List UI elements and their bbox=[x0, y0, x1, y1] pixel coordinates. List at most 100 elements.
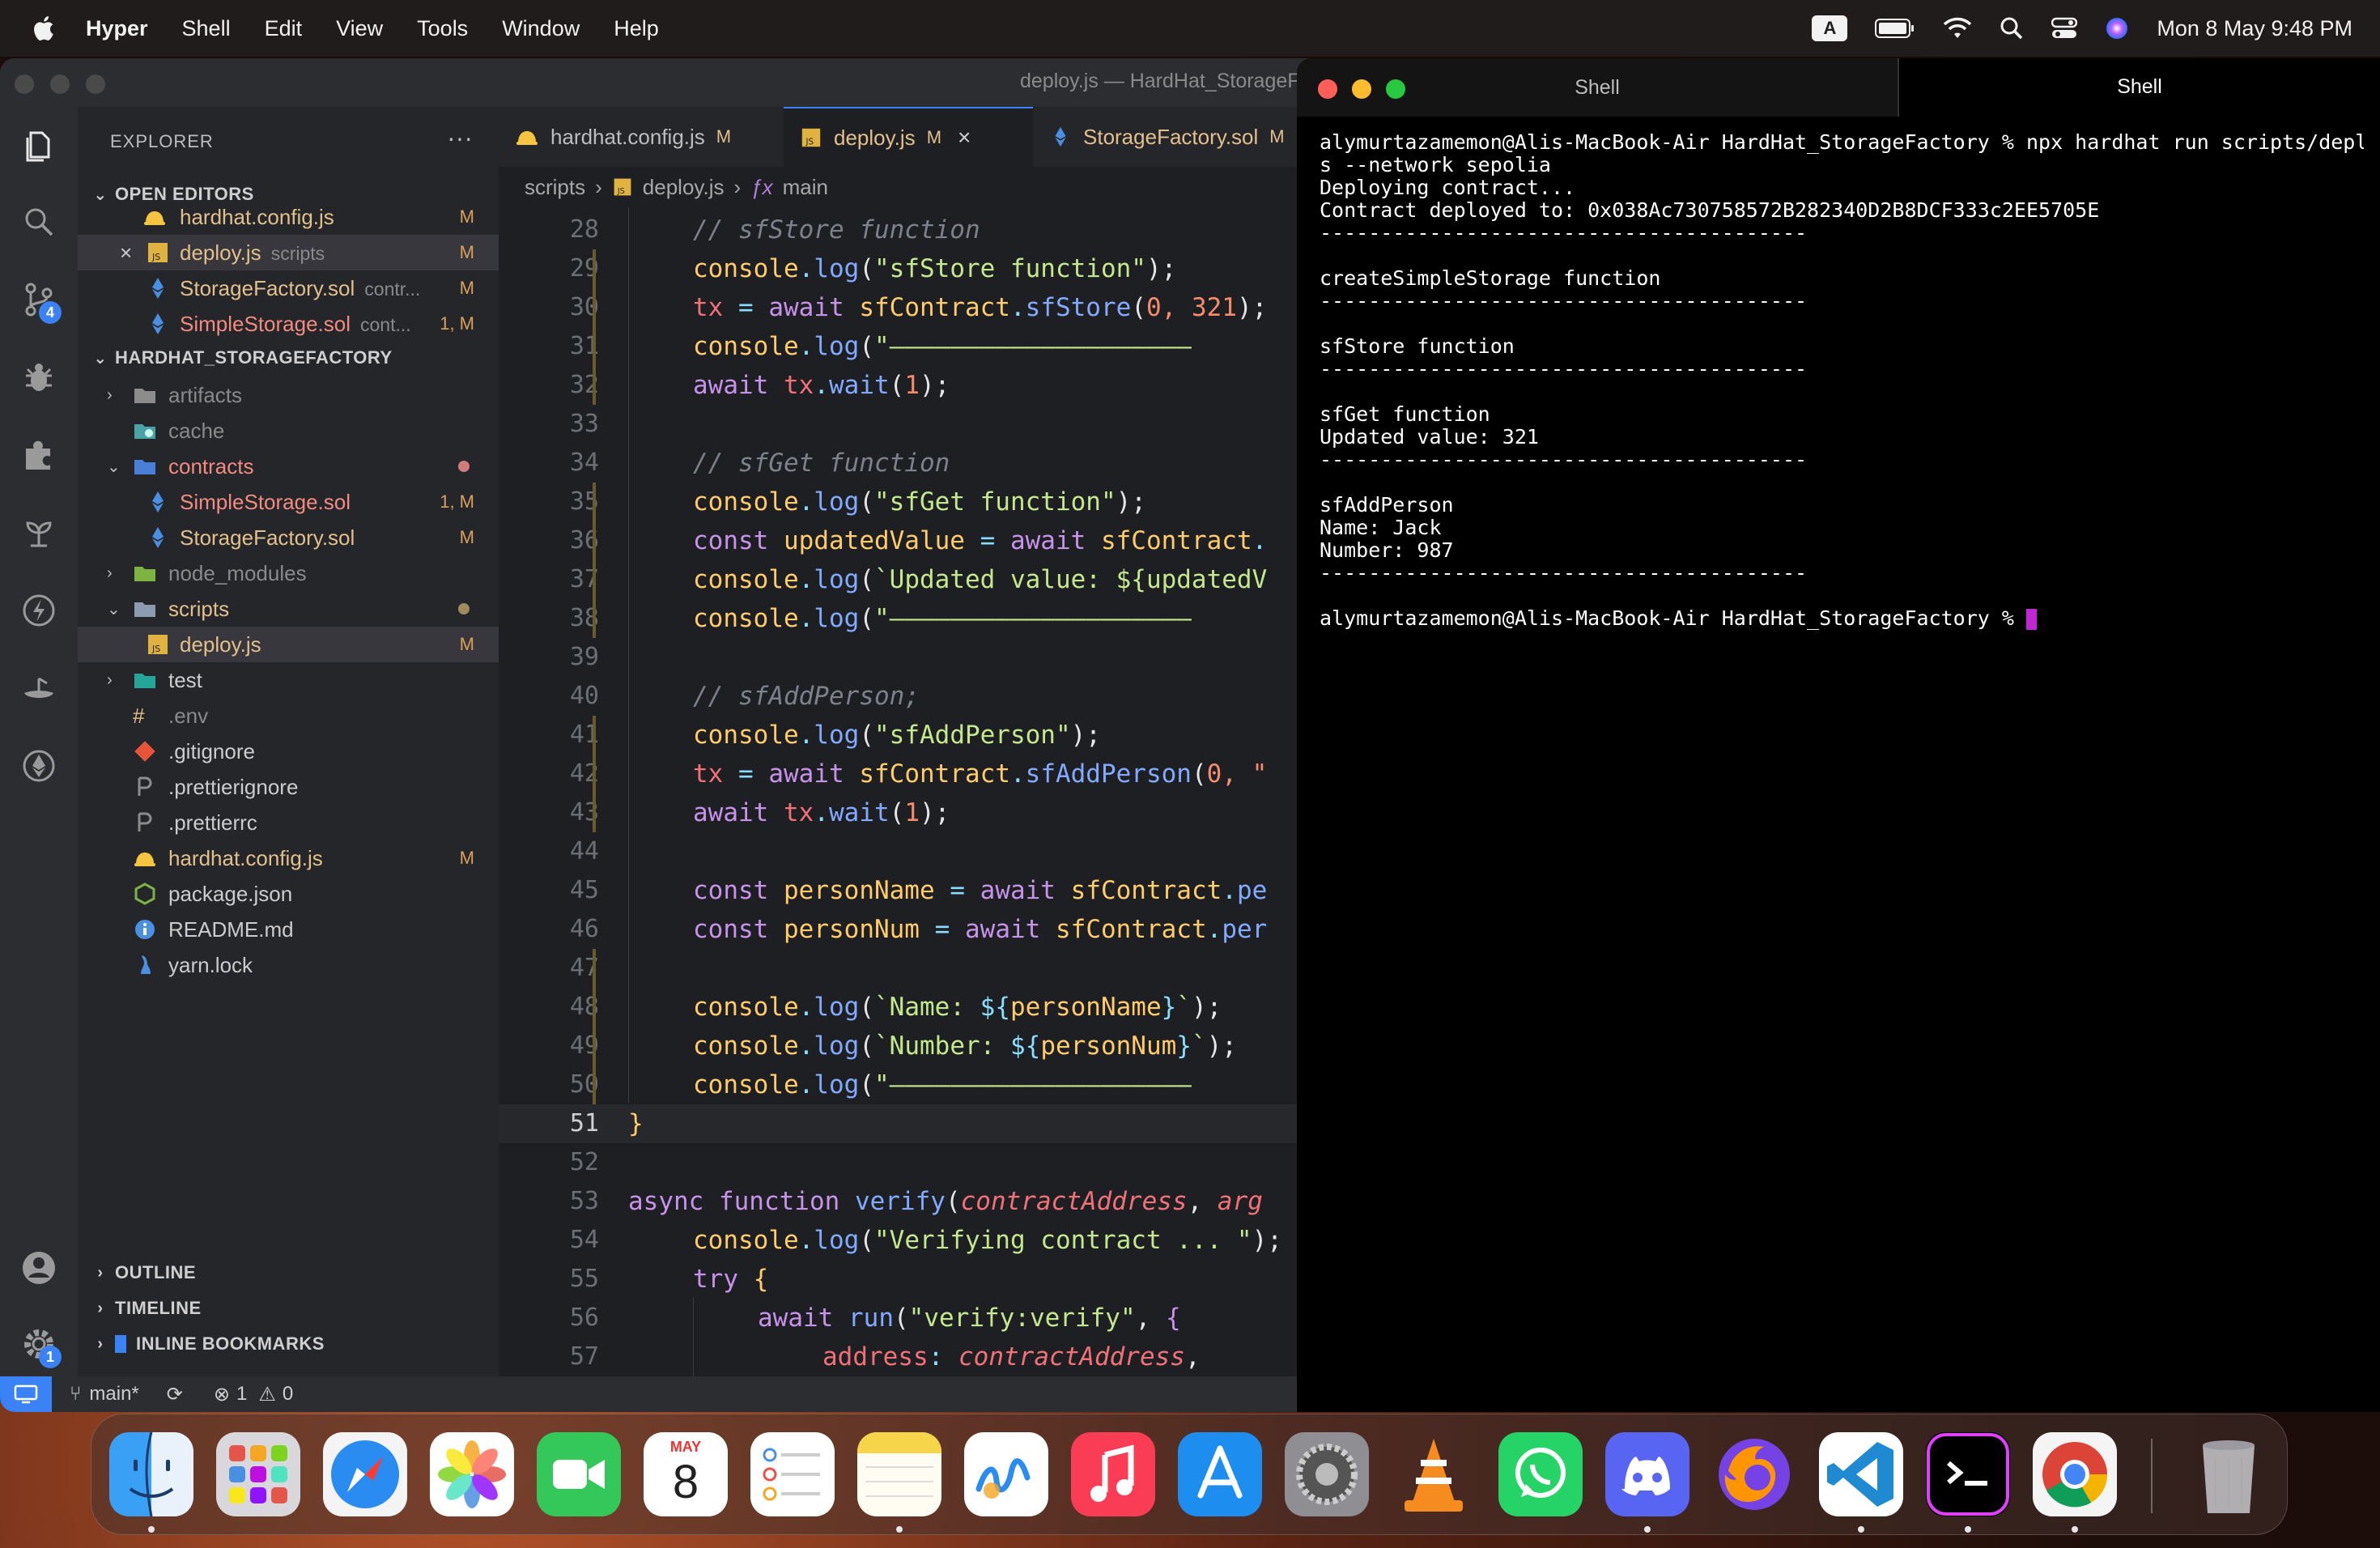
notes-icon[interactable] bbox=[857, 1432, 941, 1516]
finder-icon[interactable] bbox=[109, 1432, 193, 1516]
photos-icon[interactable] bbox=[430, 1432, 514, 1516]
menu-view[interactable]: View bbox=[336, 16, 383, 41]
tree-file-readme[interactable]: README.md bbox=[78, 912, 499, 947]
siri-icon[interactable] bbox=[2105, 16, 2129, 40]
tree-folder-node-modules[interactable]: › node_modules bbox=[78, 555, 499, 591]
breadcrumb-file[interactable]: deploy.js bbox=[643, 175, 725, 200]
battery-icon[interactable] bbox=[1875, 18, 1915, 39]
extensions-icon[interactable] bbox=[19, 436, 58, 474]
thunder-client-icon[interactable] bbox=[19, 591, 58, 630]
open-editor-item[interactable]: StorageFactory.sol contr... M bbox=[78, 270, 499, 306]
open-editor-item[interactable]: SimpleStorage.sol cont... 1, M bbox=[78, 306, 499, 342]
discord-icon[interactable] bbox=[1605, 1432, 1689, 1516]
tree-file-hardhat-config[interactable]: hardhat.config.js M bbox=[78, 840, 499, 876]
explorer-files-icon[interactable] bbox=[19, 126, 58, 165]
tree-item-name: test bbox=[168, 667, 202, 692]
accounts-icon[interactable] bbox=[19, 1248, 58, 1287]
tree-file-deploy[interactable]: JS deploy.js M bbox=[78, 627, 499, 662]
run-debug-icon[interactable] bbox=[19, 358, 58, 397]
tab-deploy[interactable]: JS deploy.js M × bbox=[784, 107, 1033, 167]
facetime-icon[interactable] bbox=[537, 1432, 621, 1516]
input-source-icon[interactable]: A bbox=[1812, 15, 1848, 41]
zoom-window-button[interactable] bbox=[1386, 79, 1405, 99]
menu-window[interactable]: Window bbox=[502, 16, 580, 41]
menubar-clock[interactable]: Mon 8 May 9:48 PM bbox=[2157, 16, 2352, 41]
tree-file-storagefactory[interactable]: StorageFactory.sol M bbox=[78, 520, 499, 555]
system-settings-icon[interactable] bbox=[1285, 1432, 1369, 1516]
close-window-button[interactable] bbox=[1318, 79, 1337, 99]
search-icon[interactable] bbox=[19, 202, 58, 241]
tree-file-yarn-lock[interactable]: yarn.lock bbox=[78, 947, 499, 983]
spotlight-search-icon[interactable] bbox=[2000, 16, 2024, 40]
remote-window-icon[interactable] bbox=[0, 1376, 52, 1412]
tree-file-package-json[interactable]: package.json bbox=[78, 876, 499, 912]
outline-section[interactable]: › OUTLINE bbox=[78, 1257, 499, 1289]
tab-hardhat-config[interactable]: hardhat.config.js M bbox=[499, 107, 784, 167]
app-store-icon[interactable] bbox=[1178, 1432, 1262, 1516]
breadcrumb-symbol[interactable]: main bbox=[783, 175, 828, 200]
close-window-button[interactable] bbox=[15, 74, 34, 94]
tab-storagefactory[interactable]: StorageFactory.sol M bbox=[1033, 107, 1311, 167]
whatsapp-icon[interactable] bbox=[1498, 1432, 1583, 1516]
close-editor-icon[interactable]: × bbox=[120, 240, 132, 266]
remote-explorer-icon[interactable] bbox=[19, 513, 58, 552]
settings-gear-icon[interactable]: 1 bbox=[19, 1325, 62, 1368]
calendar-icon[interactable]: MAY 8 bbox=[644, 1432, 728, 1516]
tree-folder-cache[interactable]: cache bbox=[78, 413, 499, 449]
breadcrumb-folder[interactable]: scripts bbox=[525, 175, 585, 200]
music-icon[interactable] bbox=[1071, 1432, 1155, 1516]
project-section[interactable]: ⌄ HARDHAT_STORAGEFACTORY bbox=[78, 342, 499, 374]
tree-file-prettierignore[interactable]: .prettierignore bbox=[78, 769, 499, 805]
vscode-titlebar: deploy.js — HardHat_StorageF bbox=[0, 58, 1311, 107]
sync-icon[interactable]: ⟳ bbox=[167, 1383, 183, 1406]
terminal-tab-2[interactable]: Shell bbox=[1899, 58, 2380, 117]
code-area[interactable]: 28// sfStore function 29 console.log("sfS… bbox=[499, 207, 1311, 1376]
git-status: 1, M bbox=[440, 491, 474, 512]
tree-file-simplestorage[interactable]: SimpleStorage.sol 1, M bbox=[78, 484, 499, 520]
vscode-icon[interactable] bbox=[1819, 1432, 1903, 1516]
launchpad-icon[interactable] bbox=[216, 1432, 300, 1516]
freeform-icon[interactable] bbox=[964, 1432, 1048, 1516]
minimize-window-button[interactable] bbox=[1352, 79, 1371, 99]
inline-bookmarks-section[interactable]: › INLINE BOOKMARKS bbox=[78, 1328, 499, 1360]
zoom-window-button[interactable] bbox=[86, 74, 105, 94]
tree-folder-scripts[interactable]: ⌄ scripts bbox=[78, 591, 499, 627]
reminders-icon[interactable] bbox=[750, 1432, 835, 1516]
tree-file-env[interactable]: # .env bbox=[78, 698, 499, 734]
menu-app-name[interactable]: Hyper bbox=[86, 16, 148, 41]
open-editor-item-active[interactable]: × JS deploy.js scripts M bbox=[78, 235, 499, 270]
minimize-window-button[interactable] bbox=[50, 74, 70, 94]
close-tab-icon[interactable]: × bbox=[958, 125, 971, 151]
hyper-icon[interactable] bbox=[1926, 1432, 2010, 1516]
tree-folder-artifacts[interactable]: › artifacts bbox=[78, 377, 499, 413]
trash-icon[interactable] bbox=[2187, 1432, 2271, 1516]
warning-count[interactable]: 0 bbox=[283, 1383, 293, 1406]
javascript-file-icon: JS bbox=[148, 243, 168, 262]
testing-flask-icon[interactable] bbox=[19, 669, 58, 708]
git-branch[interactable]: main* bbox=[89, 1383, 138, 1406]
function-symbol-icon: ƒx bbox=[750, 174, 773, 199]
more-actions-icon[interactable]: ··· bbox=[447, 123, 473, 153]
yarn-file-icon bbox=[141, 955, 151, 974]
control-center-icon[interactable] bbox=[2051, 17, 2078, 40]
safari-icon[interactable] bbox=[323, 1432, 407, 1516]
menu-edit[interactable]: Edit bbox=[265, 16, 303, 41]
error-count[interactable]: 1 bbox=[236, 1383, 247, 1406]
firefox-icon[interactable] bbox=[1712, 1432, 1796, 1516]
tree-file-gitignore[interactable]: .gitignore bbox=[78, 734, 499, 769]
tree-file-prettierrc[interactable]: .prettierrc bbox=[78, 805, 499, 840]
tree-folder-contracts[interactable]: ⌄ contracts bbox=[78, 449, 499, 484]
menu-help[interactable]: Help bbox=[614, 16, 659, 41]
menu-tools[interactable]: Tools bbox=[417, 16, 468, 41]
apple-icon[interactable] bbox=[31, 13, 58, 44]
menu-shell[interactable]: Shell bbox=[182, 16, 231, 41]
source-control-icon[interactable]: 4 bbox=[19, 280, 62, 324]
timeline-section[interactable]: › TIMELINE bbox=[78, 1292, 499, 1325]
chrome-icon[interactable] bbox=[2033, 1432, 2117, 1516]
terminal-output[interactable]: alymurtazamemon@Alis-MacBook-Air HardHat… bbox=[1320, 131, 2364, 630]
wifi-icon[interactable] bbox=[1943, 17, 1972, 40]
vlc-icon[interactable] bbox=[1392, 1432, 1476, 1516]
open-editor-item[interactable]: hardhat.config.js M bbox=[78, 199, 499, 235]
ethereum-icon[interactable] bbox=[19, 746, 58, 785]
tree-folder-test[interactable]: › test bbox=[78, 662, 499, 698]
